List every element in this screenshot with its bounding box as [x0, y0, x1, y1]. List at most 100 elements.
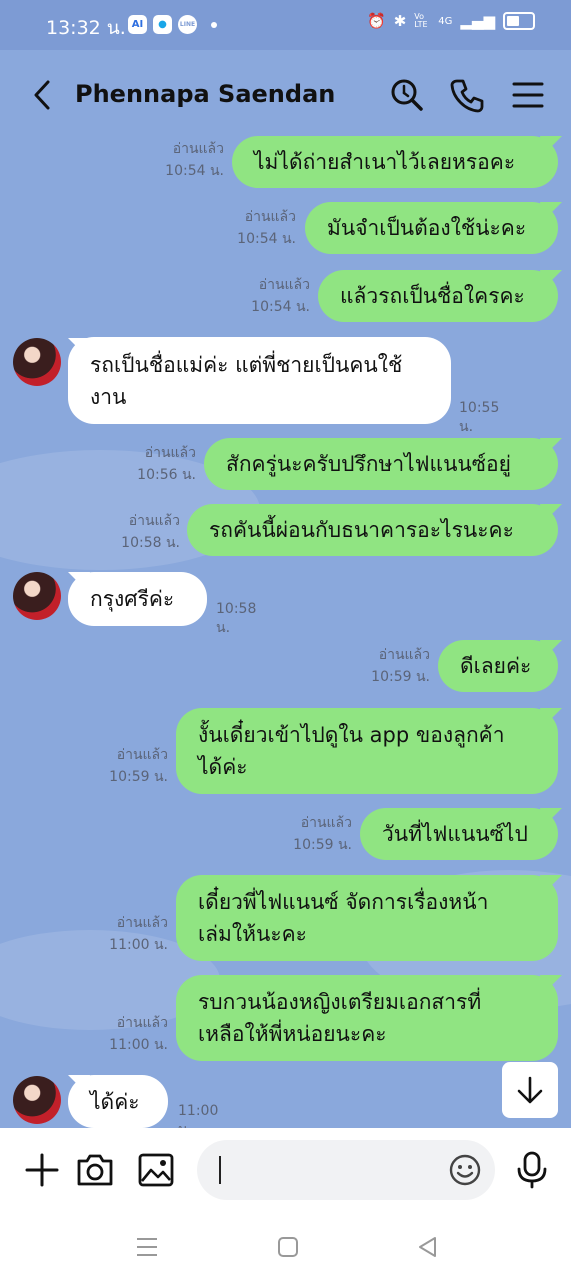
message-meta: อ่านแล้ว 10:59 น.: [94, 744, 168, 788]
message-time: 10:56 น.: [137, 467, 196, 483]
more-notifications-dot: [211, 21, 217, 28]
message-meta: อ่านแล้ว 11:00 น.: [94, 912, 168, 956]
read-receipt: อ่านแล้ว: [128, 513, 180, 529]
image-icon[interactable]: [136, 1150, 176, 1190]
message-text: ได้ค่ะ: [90, 1090, 140, 1114]
app-icon: ●: [153, 15, 172, 34]
message-text: งั้นเดี๋ยวเข้าไปดูใน app ของลูกค้า: [198, 723, 505, 747]
message-text: เล่มให้นะคะ: [198, 922, 307, 946]
message-meta: อ่านแล้ว 10:54 น.: [236, 274, 310, 318]
avatar[interactable]: [13, 572, 61, 620]
message-meta: อ่านแล้ว 11:00 น.: [94, 1012, 168, 1056]
bubble-tail: [540, 202, 562, 220]
message-bubble[interactable]: วันที่ไฟแนนซ์ไป: [360, 808, 558, 860]
emoji-icon[interactable]: [447, 1152, 483, 1188]
back-icon[interactable]: [28, 78, 58, 112]
message-input-bar: [0, 1128, 571, 1216]
message-bubble[interactable]: ไม่ได้ถ่ายสำเนาไว้เลยหรอคะ: [232, 136, 558, 188]
message-text: ไม่ได้ถ่ายสำเนาไว้เลยหรอคะ: [254, 150, 516, 174]
read-receipt: อ่านแล้ว: [300, 815, 352, 831]
bubble-tail: [540, 136, 562, 154]
message-text: ดีเลยค่ะ: [460, 654, 532, 678]
avatar[interactable]: [13, 338, 61, 386]
bubble-tail: [540, 975, 562, 993]
read-receipt: อ่านแล้ว: [116, 747, 168, 763]
message-text: เดี๋ยวพี่ไฟแนนซ์ จัดการเรื่องหน้า: [198, 890, 489, 914]
message-text: วันที่ไฟแนนซ์ไป: [382, 822, 528, 846]
microphone-icon[interactable]: [512, 1150, 552, 1190]
bubble-tail: [540, 808, 562, 826]
home-icon[interactable]: [275, 1234, 301, 1260]
message-bubble[interactable]: มันจำเป็นต้องใช้น่ะคะ: [305, 202, 558, 254]
camera-icon[interactable]: [75, 1150, 115, 1190]
chat-area[interactable]: Phennapa Saendan อ่านแล้ว 10:54 น. ไม่ได…: [0, 50, 571, 1128]
message-time: 10:58 น.: [121, 535, 180, 551]
bubble-tail: [540, 438, 562, 456]
avatar[interactable]: [13, 1076, 61, 1124]
message-bubble[interactable]: ได้ค่ะ: [68, 1075, 168, 1128]
message-bubble[interactable]: กรุงศรีค่ะ: [68, 572, 207, 626]
message-time: 10:59 น.: [293, 837, 352, 853]
message-text: สักครู่นะครับปรึกษาไฟแนนซ์อยู่: [226, 452, 511, 476]
message-text: รถคันนี้ผ่อนกับธนาคารอะไรนะคะ: [209, 518, 514, 542]
recents-icon[interactable]: [134, 1234, 160, 1260]
bubble-tail: [540, 875, 562, 893]
message-text: ได้ค่ะ: [198, 755, 248, 779]
message-bubble[interactable]: รถเป็นชื่อแม่ค่ะ แต่พี่ชายเป็นคนใช้ งาน: [68, 337, 451, 424]
read-receipt: อ่านแล้ว: [378, 647, 430, 663]
message-time: 10:59 น.: [109, 769, 168, 785]
phone-icon[interactable]: [448, 76, 486, 114]
message-meta: อ่านแล้ว 10:58 น.: [104, 510, 180, 554]
bubble-tail: [540, 270, 562, 288]
clock: 13:32 น.: [46, 17, 126, 39]
message-time: 10:59 น.: [371, 669, 430, 685]
message-time: 10:54 น.: [165, 163, 224, 179]
read-receipt: อ่านแล้ว: [116, 915, 168, 931]
read-receipt: อ่านแล้ว: [172, 141, 224, 157]
back-nav-icon[interactable]: [415, 1234, 441, 1260]
read-receipt: อ่านแล้ว: [116, 1015, 168, 1031]
message-bubble[interactable]: แล้วรถเป็นชื่อใครคะ: [318, 270, 558, 322]
message-time: 10:55 น.: [459, 400, 500, 435]
signal-icon: ▂▄▆: [460, 12, 495, 30]
message-text: แล้วรถเป็นชื่อใครคะ: [340, 284, 525, 308]
message-bubble[interactable]: สักครู่นะครับปรึกษาไฟแนนซ์อยู่: [204, 438, 558, 490]
text-caret: [219, 1156, 221, 1184]
message-text: กรุงศรีค่ะ: [90, 587, 175, 611]
plus-icon[interactable]: [22, 1150, 62, 1190]
system-navigation-bar: [0, 1216, 571, 1280]
message-time: 10:54 น.: [237, 231, 296, 247]
message-input[interactable]: [197, 1140, 495, 1200]
read-receipt: อ่านแล้ว: [144, 445, 196, 461]
message-time: 11:00 น.: [109, 937, 168, 953]
message-text: งาน: [90, 385, 127, 409]
arrow-down-icon: [517, 1076, 543, 1104]
bubble-tail: [540, 504, 562, 522]
search-icon[interactable]: [388, 76, 426, 114]
ai-app-icon: AI: [128, 15, 147, 34]
battery-icon: [503, 12, 535, 30]
message-time: 11:00 น.: [109, 1037, 168, 1053]
system-icons: ⏰ ✱ Vo LTE 4G ▂▄▆: [367, 12, 535, 30]
alarm-icon: ⏰: [367, 12, 386, 30]
bubble-tail: [540, 708, 562, 726]
read-receipt: อ่านแล้ว: [244, 209, 296, 225]
message-bubble[interactable]: เดี๋ยวพี่ไฟแนนซ์ จัดการเรื่องหน้า เล่มให…: [176, 875, 558, 961]
message-meta: อ่านแล้ว 10:54 น.: [150, 138, 224, 182]
contact-name[interactable]: Phennapa Saendan: [75, 80, 335, 108]
message-text: รถเป็นชื่อแม่ค่ะ แต่พี่ชายเป็นคนใช้: [90, 353, 403, 377]
scroll-to-bottom-button[interactable]: [502, 1062, 558, 1118]
message-time: 10:58 น.: [216, 601, 257, 636]
message-bubble[interactable]: รบกวนน้องหญิงเตรียมเอกสารที่ เหลือให้พี่…: [176, 975, 558, 1061]
message-text: เหลือให้พี่หน่อยนะคะ: [198, 1022, 387, 1046]
message-bubble[interactable]: งั้นเดี๋ยวเข้าไปดูใน app ของลูกค้า ได้ค่…: [176, 708, 558, 794]
menu-icon[interactable]: [509, 76, 547, 114]
notification-icons: AI ● LINE: [128, 15, 217, 34]
network-type: 4G: [438, 15, 453, 27]
message-meta: อ่านแล้ว 10:59 น.: [278, 812, 352, 856]
bubble-tail: [540, 640, 562, 658]
line-icon: LINE: [178, 15, 197, 34]
message-meta: อ่านแล้ว 10:56 น.: [120, 442, 196, 486]
message-bubble[interactable]: รถคันนี้ผ่อนกับธนาคารอะไรนะคะ: [187, 504, 558, 556]
status-bar: 13:32 น. AI ● LINE ⏰ ✱ Vo LTE 4G ▂▄▆: [0, 0, 571, 50]
